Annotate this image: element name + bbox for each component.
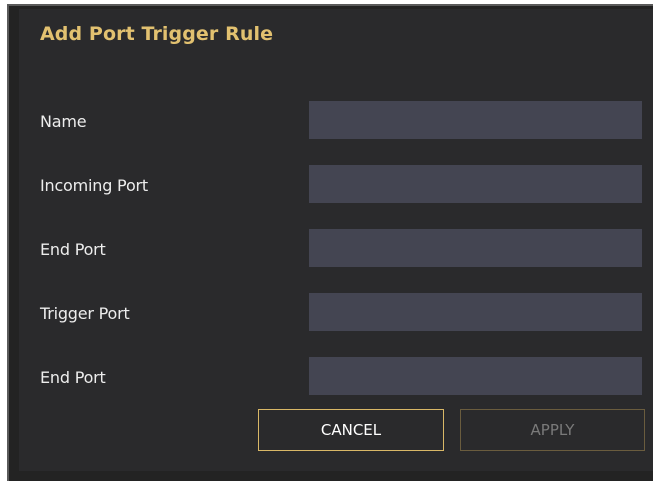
name-input[interactable]	[309, 101, 642, 139]
form-row-name: Name	[19, 101, 653, 141]
cancel-button-label: CANCEL	[320, 421, 382, 439]
apply-button[interactable]: APPLY	[460, 409, 645, 451]
apply-button-label: APPLY	[530, 421, 575, 439]
incoming-end-port-input[interactable]	[309, 229, 642, 267]
trigger-end-port-input[interactable]	[309, 357, 642, 395]
incoming-port-label: Incoming Port	[40, 176, 148, 195]
form-row-incoming-port: Incoming Port	[19, 165, 653, 205]
page: Add Port Trigger Rule Name Incoming Port…	[0, 0, 653, 481]
trigger-end-port-label: End Port	[40, 368, 106, 387]
dialog-body: Add Port Trigger Rule Name Incoming Port…	[19, 9, 653, 471]
incoming-end-port-label: End Port	[40, 240, 106, 259]
incoming-port-input[interactable]	[309, 165, 642, 203]
trigger-port-label: Trigger Port	[40, 304, 130, 323]
form-row-trigger-end-port: End Port	[19, 357, 653, 397]
cancel-button[interactable]: CANCEL	[258, 409, 444, 451]
form-row-incoming-end-port: End Port	[19, 229, 653, 269]
dialog-title: Add Port Trigger Rule	[40, 23, 274, 45]
form-row-trigger-port: Trigger Port	[19, 293, 653, 333]
trigger-port-input[interactable]	[309, 293, 642, 331]
add-port-trigger-rule-dialog: Add Port Trigger Rule Name Incoming Port…	[7, 4, 653, 481]
name-label: Name	[40, 112, 87, 131]
